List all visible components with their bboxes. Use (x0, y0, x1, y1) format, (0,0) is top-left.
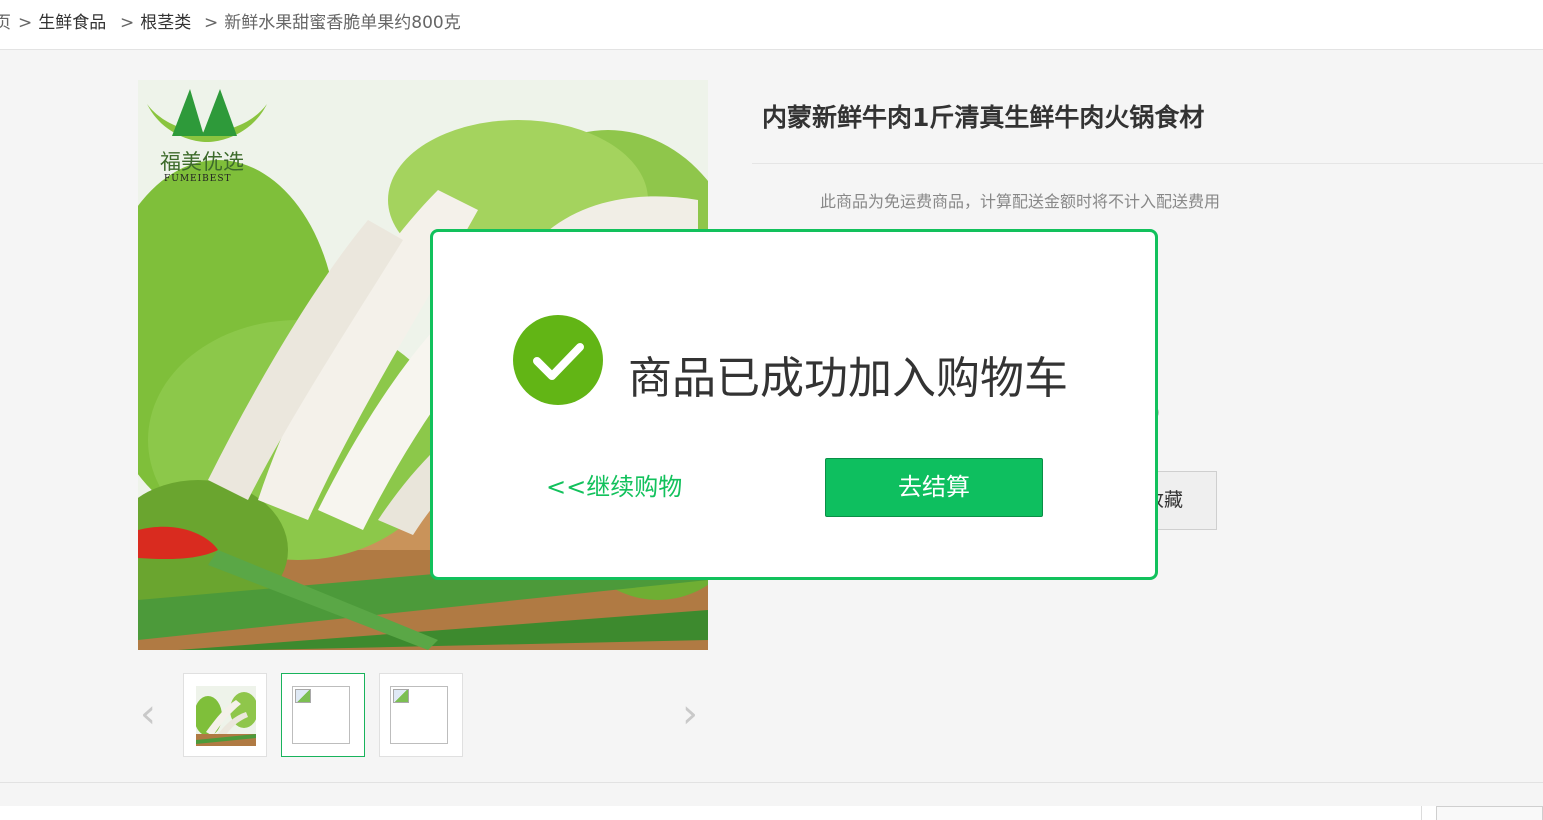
checkout-button[interactable]: 去结算 (825, 458, 1043, 517)
brand-logo-mark (147, 89, 267, 142)
footer-divider (0, 782, 1543, 783)
footer-area (0, 806, 1543, 820)
breadcrumb-cut-edge: 页 (0, 13, 11, 33)
breadcrumb-label: 生鲜食品 (38, 13, 107, 33)
gallery-thumbnail[interactable] (379, 673, 463, 757)
breadcrumb-separator: > (204, 13, 219, 33)
breadcrumb-label: 根茎类 (140, 13, 192, 33)
thumbnail-image (196, 686, 256, 746)
footer-separator (1421, 806, 1422, 820)
shipping-note: 此商品为免运费商品，计算配送金额时将不计入配送费用 (820, 192, 1221, 211)
product-title: 内蒙新鲜牛肉1斤清真生鲜牛肉火锅食材 (762, 103, 1205, 132)
add-to-cart-success-dialog: 商品已成功加入购物车 <<继续购物 去结算 (430, 229, 1158, 580)
brand-logo: 福美优选 FUMEIBEST (142, 84, 272, 184)
gallery-thumbnail-active[interactable] (281, 673, 365, 757)
brand-logo-text: 福美优选 (160, 150, 244, 174)
breadcrumb-bar: 页 > 生鲜食品 > 根茎类 > 新鲜水果甜蜜香脆单果约800克 (0, 0, 1543, 50)
breadcrumb-separator: > (18, 13, 33, 33)
continue-shopping-link[interactable]: <<继续购物 (546, 467, 682, 502)
breadcrumb-label: 新鲜水果甜蜜香脆单果约800克 (224, 13, 461, 33)
breadcrumb-item-current: > 新鲜水果甜蜜香脆单果约800克 (204, 8, 461, 33)
success-message: 商品已成功加入购物车 (628, 353, 1068, 404)
gallery-next-arrow[interactable]: › (682, 694, 698, 734)
breadcrumb-item-root-veg[interactable]: > 根茎类 (120, 8, 191, 33)
breadcrumb-separator: > (120, 13, 135, 33)
brand-logo-subtext: FUMEIBEST (164, 174, 232, 184)
gallery-prev-arrow[interactable]: ‹ (140, 694, 156, 734)
broken-image-icon (292, 686, 350, 744)
success-check-icon (513, 315, 603, 405)
broken-image-icon (390, 686, 448, 744)
checkmark-icon (533, 343, 584, 380)
gallery-thumbnail[interactable] (183, 673, 267, 757)
info-divider (752, 163, 1543, 164)
footer-input-box[interactable] (1436, 806, 1543, 820)
breadcrumb-item-fresh-food[interactable]: > 生鲜食品 (18, 8, 106, 33)
